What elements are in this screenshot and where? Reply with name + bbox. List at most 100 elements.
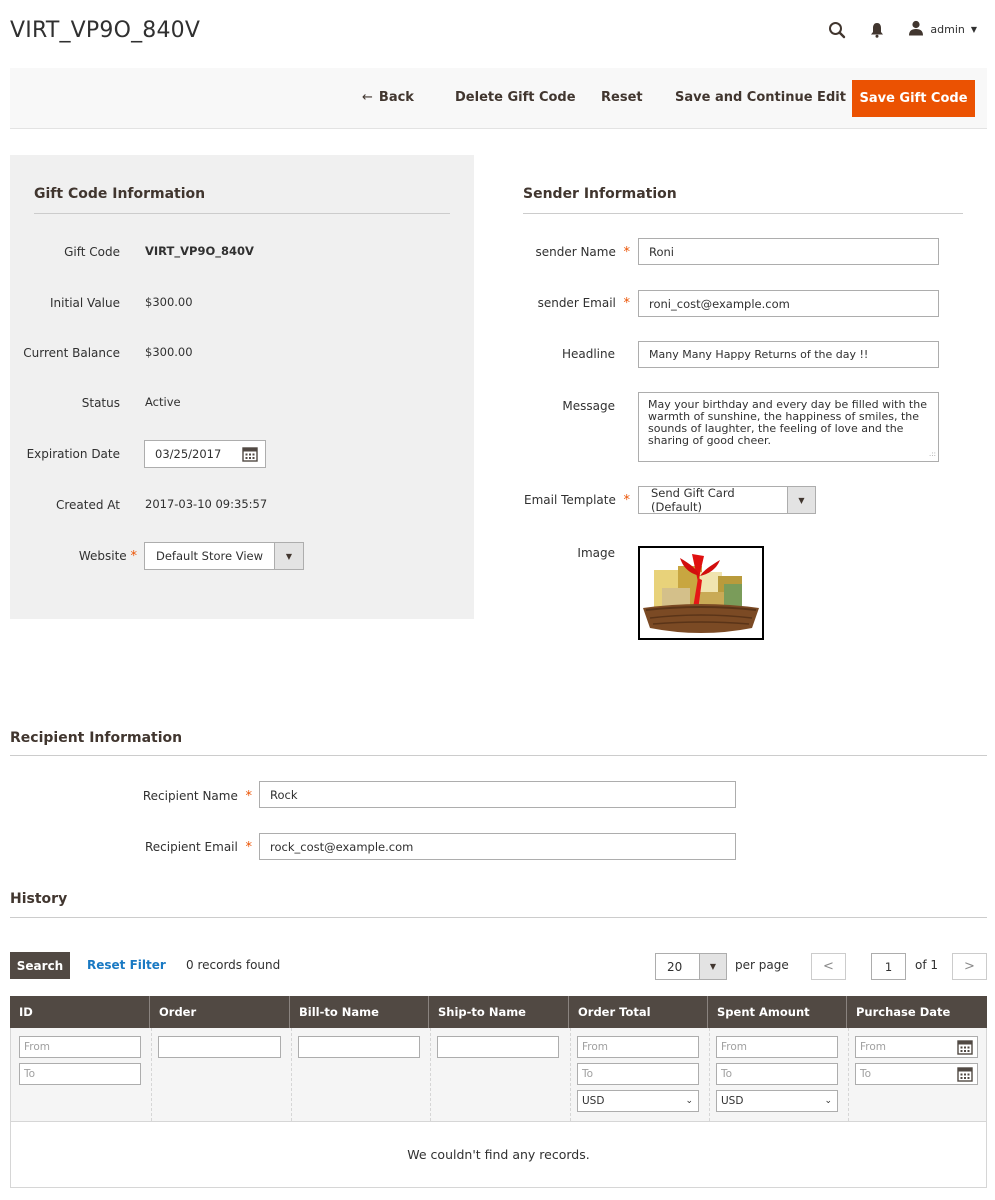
status-label: Status <box>81 396 120 410</box>
status-value: Active <box>145 395 181 409</box>
save-and-continue-button[interactable]: Save and Continue Edit <box>675 90 846 105</box>
column-bill-to-name[interactable]: Bill-to Name <box>290 996 429 1028</box>
order-total-currency-select[interactable]: USD ⌄ <box>577 1090 699 1112</box>
recipient-email-label-text: Recipient Email <box>144 840 238 854</box>
order-filter[interactable] <box>158 1036 281 1058</box>
search-icon[interactable] <box>828 21 846 39</box>
calendar-icon[interactable] <box>957 1066 973 1085</box>
expiration-date-input[interactable]: 03/25/2017 <box>144 440 266 468</box>
reset-button[interactable]: Reset <box>601 90 643 105</box>
column-spent-amount[interactable]: Spent Amount <box>708 996 847 1028</box>
grid-filter-row: From To From To USD ⌄ From To USD ⌄ From… <box>10 1028 987 1121</box>
column-divider <box>848 1028 849 1121</box>
recipient-email-label: Recipient Email * <box>100 840 252 855</box>
ship-to-name-filter[interactable] <box>437 1036 559 1058</box>
divider <box>34 213 450 214</box>
sender-name-input[interactable]: Roni <box>638 238 939 265</box>
search-button[interactable]: Search <box>10 952 70 979</box>
admin-label: admin <box>930 23 965 36</box>
sender-email-label: sender Email * <box>490 296 630 311</box>
recipient-email-input[interactable]: rock_cost@example.com <box>259 833 736 860</box>
calendar-icon[interactable] <box>957 1039 973 1058</box>
required-asterisk: * <box>130 549 138 564</box>
bill-to-name-filter[interactable] <box>298 1036 420 1058</box>
email-template-value: Send Gift Card (Default) <box>651 486 735 514</box>
history-title: History <box>10 891 68 907</box>
reset-filter-link[interactable]: Reset Filter <box>87 958 166 972</box>
gift-card-image <box>638 546 764 640</box>
id-from-filter[interactable]: From <box>19 1036 141 1058</box>
required-asterisk: * <box>245 840 253 855</box>
spent-amount-currency-select[interactable]: USD ⌄ <box>716 1090 838 1112</box>
per-page-select[interactable]: 20 ▼ <box>655 953 727 980</box>
id-to-filter[interactable]: To <box>19 1063 141 1085</box>
user-icon <box>908 20 924 39</box>
resize-handle-icon[interactable]: .:: <box>929 448 936 460</box>
bell-icon[interactable] <box>868 21 886 39</box>
chevron-down-icon: ⌄ <box>685 1096 693 1106</box>
website-label: Website * <box>20 549 137 564</box>
order-total-to-filter[interactable]: To <box>577 1063 699 1085</box>
purchase-date-from-filter[interactable]: From <box>855 1036 978 1058</box>
purchase-date-from-placeholder: From <box>860 1041 887 1053</box>
current-balance-label: Current Balance <box>23 346 120 360</box>
message-value: May your birthday and every day be fille… <box>648 398 927 447</box>
arrow-left-icon: ← <box>362 90 373 105</box>
column-ship-to-name[interactable]: Ship-to Name <box>429 996 569 1028</box>
next-page-button[interactable]: > <box>952 953 987 980</box>
back-label: Back <box>378 90 414 105</box>
header-actions: admin ▼ <box>828 20 977 39</box>
message-textarea[interactable]: May your birthday and every day be fille… <box>638 392 939 462</box>
divider <box>10 755 987 756</box>
page-number-input[interactable]: 1 <box>871 953 906 980</box>
chevron-down-icon: ⌄ <box>824 1096 832 1106</box>
gift-code-value: VIRT_VP9O_840V <box>145 244 254 258</box>
grid-header: ID Order Bill-to Name Ship-to Name Order… <box>10 996 987 1028</box>
currency-value: USD <box>721 1095 744 1107</box>
recipient-name-input[interactable]: Rock <box>259 781 736 808</box>
column-id[interactable]: ID <box>10 996 150 1028</box>
chevron-left-icon: < <box>823 959 834 974</box>
save-gift-code-button[interactable]: Save Gift Code <box>852 80 975 117</box>
spent-amount-from-filter[interactable]: From <box>716 1036 838 1058</box>
recipient-name-label: Recipient Name * <box>100 789 252 804</box>
spent-amount-to-filter[interactable]: To <box>716 1063 838 1085</box>
column-order-total[interactable]: Order Total <box>569 996 708 1028</box>
column-divider <box>709 1028 710 1121</box>
initial-value: $300.00 <box>145 295 193 309</box>
calendar-icon[interactable] <box>242 446 258 465</box>
chevron-down-icon: ▼ <box>970 25 977 34</box>
expiration-date-value: 03/25/2017 <box>155 447 222 461</box>
delete-gift-code-button[interactable]: Delete Gift Code <box>455 90 576 105</box>
purchase-date-to-placeholder: To <box>860 1068 872 1080</box>
required-asterisk: * <box>623 296 631 311</box>
sender-email-input[interactable]: roni_cost@example.com <box>638 290 939 317</box>
records-found: 0 records found <box>186 958 281 972</box>
current-balance: $300.00 <box>145 345 193 359</box>
prev-page-button[interactable]: < <box>811 953 846 980</box>
image-label: Image <box>577 546 615 560</box>
per-page-label: per page <box>735 958 789 972</box>
column-purchase-date[interactable]: Purchase Date <box>847 996 987 1028</box>
sender-info-title: Sender Information <box>523 186 677 202</box>
column-order[interactable]: Order <box>150 996 290 1028</box>
admin-menu[interactable]: admin ▼ <box>908 20 977 39</box>
email-template-label-text: Email Template <box>523 493 616 507</box>
purchase-date-to-filter[interactable]: To <box>855 1063 978 1085</box>
page-actions-toolbar: ← Back Delete Gift Code Reset Save and Co… <box>10 68 987 129</box>
website-label-text: Website <box>78 549 127 563</box>
expiration-date-label: Expiration Date <box>26 447 120 461</box>
headline-input[interactable]: Many Many Happy Returns of the day !! <box>638 341 939 368</box>
created-at-value: 2017-03-10 09:35:57 <box>145 497 268 511</box>
email-template-select[interactable]: Send Gift Card (Default) ▼ <box>638 486 816 514</box>
message-label: Message <box>562 399 615 413</box>
chevron-down-icon: ▼ <box>274 543 303 569</box>
created-at-label: Created At <box>55 498 120 512</box>
divider <box>523 213 963 214</box>
sender-email-label-text: sender Email <box>537 296 616 310</box>
website-select[interactable]: Default Store View ▼ <box>144 542 304 570</box>
initial-value-label: Initial Value <box>50 296 120 310</box>
order-total-from-filter[interactable]: From <box>577 1036 699 1058</box>
back-button[interactable]: ← Back <box>362 90 414 105</box>
column-divider <box>570 1028 571 1121</box>
